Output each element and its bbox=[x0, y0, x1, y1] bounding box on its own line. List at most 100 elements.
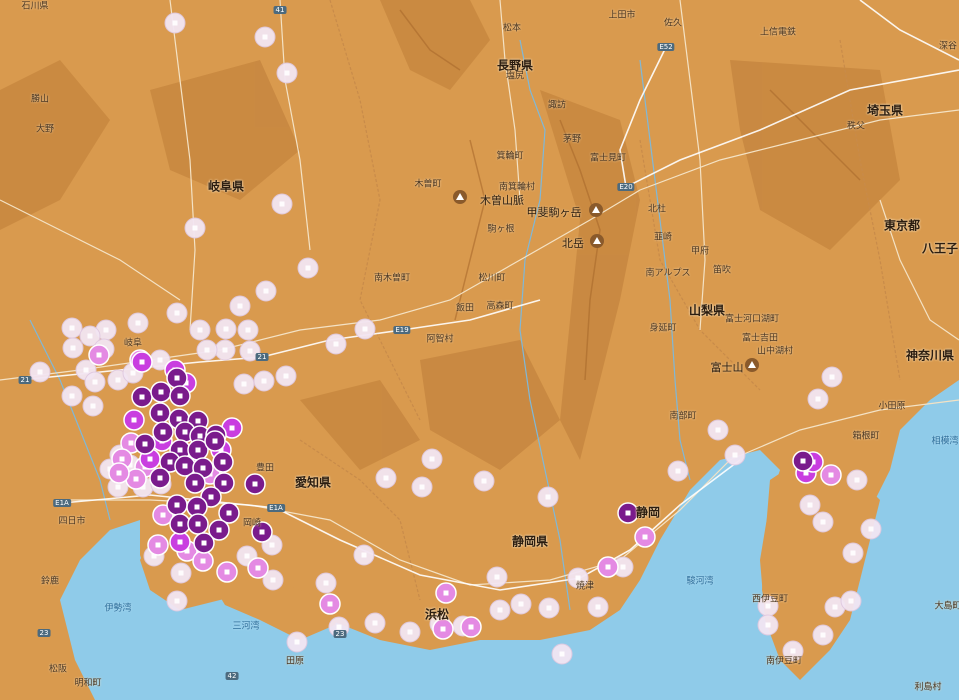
station-marker-level-0[interactable] bbox=[315, 572, 337, 594]
station-marker-level-1[interactable] bbox=[88, 344, 110, 366]
station-marker-level-1[interactable] bbox=[634, 526, 656, 548]
mountain-kitadake-icon[interactable] bbox=[590, 234, 604, 248]
station-marker-level-1[interactable] bbox=[460, 616, 482, 638]
station-marker-level-3[interactable] bbox=[193, 532, 215, 554]
station-marker-level-0[interactable] bbox=[354, 318, 376, 340]
station-marker-level-0[interactable] bbox=[489, 599, 511, 621]
station-marker-level-0[interactable] bbox=[286, 631, 308, 653]
station-marker-level-0[interactable] bbox=[61, 385, 83, 407]
label-kitadake: 北岳 bbox=[562, 237, 584, 250]
station-marker-level-0[interactable] bbox=[166, 302, 188, 324]
station-marker-level-0[interactable] bbox=[473, 470, 495, 492]
station-marker-level-0[interactable] bbox=[538, 597, 560, 619]
station-marker-level-0[interactable] bbox=[189, 319, 211, 341]
station-marker-level-0[interactable] bbox=[537, 486, 559, 508]
station-marker-level-0[interactable] bbox=[214, 339, 236, 361]
station-marker-level-3[interactable] bbox=[212, 451, 234, 473]
station-marker-level-0[interactable] bbox=[486, 566, 508, 588]
station-marker-level-0[interactable] bbox=[82, 395, 104, 417]
station-marker-level-0[interactable] bbox=[254, 26, 276, 48]
station-marker-level-3[interactable] bbox=[792, 450, 814, 472]
station-marker-level-3[interactable] bbox=[150, 381, 172, 403]
station-marker-level-0[interactable] bbox=[364, 612, 386, 634]
station-marker-level-1[interactable] bbox=[820, 464, 842, 486]
station-marker-level-0[interactable] bbox=[271, 193, 293, 215]
station-marker-level-0[interactable] bbox=[421, 448, 443, 470]
station-marker-level-2[interactable] bbox=[169, 531, 191, 553]
station-marker-level-0[interactable] bbox=[237, 319, 259, 341]
station-marker-level-3[interactable] bbox=[134, 433, 156, 455]
station-marker-level-0[interactable] bbox=[353, 544, 375, 566]
station-marker-level-1[interactable] bbox=[216, 561, 238, 583]
station-marker-level-2[interactable] bbox=[131, 351, 153, 373]
station-marker-level-1[interactable] bbox=[597, 556, 619, 578]
station-marker-level-0[interactable] bbox=[812, 511, 834, 533]
station-marker-level-3[interactable] bbox=[166, 367, 188, 389]
station-marker-level-1[interactable] bbox=[435, 582, 457, 604]
station-marker-level-0[interactable] bbox=[799, 494, 821, 516]
station-marker-level-0[interactable] bbox=[61, 317, 83, 339]
station-marker-level-0[interactable] bbox=[667, 460, 689, 482]
station-marker-level-0[interactable] bbox=[399, 621, 421, 643]
station-marker-level-0[interactable] bbox=[846, 469, 868, 491]
station-marker-level-0[interactable] bbox=[253, 370, 275, 392]
station-marker-level-0[interactable] bbox=[166, 590, 188, 612]
station-marker-level-0[interactable] bbox=[127, 312, 149, 334]
station-marker-level-0[interactable] bbox=[255, 280, 277, 302]
station-marker-level-0[interactable] bbox=[842, 542, 864, 564]
label-komagane: 駒ヶ根 bbox=[487, 224, 515, 235]
station-marker-level-0[interactable] bbox=[812, 624, 834, 646]
station-marker-level-0[interactable] bbox=[233, 373, 255, 395]
station-marker-level-0[interactable] bbox=[860, 518, 882, 540]
station-marker-level-0[interactable] bbox=[215, 318, 237, 340]
station-marker-level-0[interactable] bbox=[229, 295, 251, 317]
station-marker-level-1[interactable] bbox=[192, 550, 214, 572]
station-marker-level-2[interactable] bbox=[123, 409, 145, 431]
station-marker-level-3[interactable] bbox=[184, 472, 206, 494]
station-marker-level-0[interactable] bbox=[62, 337, 84, 359]
station-marker-level-0[interactable] bbox=[297, 257, 319, 279]
station-marker-level-3[interactable] bbox=[169, 513, 191, 535]
station-marker-level-0[interactable] bbox=[707, 419, 729, 441]
label-minamiminowa: 南箕輪村 bbox=[498, 182, 536, 193]
mountain-fujisan-icon[interactable] bbox=[745, 358, 759, 372]
station-marker-level-0[interactable] bbox=[724, 444, 746, 466]
mountain-kaikomagatake-icon[interactable] bbox=[589, 203, 603, 217]
road-shield: 23 bbox=[37, 629, 51, 637]
station-marker-level-3[interactable] bbox=[152, 421, 174, 443]
station-marker-level-0[interactable] bbox=[184, 217, 206, 239]
station-marker-level-3[interactable] bbox=[131, 386, 153, 408]
station-marker-level-1[interactable] bbox=[247, 557, 269, 579]
station-marker-level-0[interactable] bbox=[411, 476, 433, 498]
station-marker-level-0[interactable] bbox=[757, 614, 779, 636]
station-marker-level-0[interactable] bbox=[375, 467, 397, 489]
station-marker-level-0[interactable] bbox=[325, 333, 347, 355]
station-marker-level-0[interactable] bbox=[84, 371, 106, 393]
station-marker-level-3[interactable] bbox=[169, 385, 191, 407]
station-marker-level-0[interactable] bbox=[510, 593, 532, 615]
station-marker-level-3[interactable] bbox=[149, 467, 171, 489]
station-marker-level-0[interactable] bbox=[164, 12, 186, 34]
station-marker-level-1[interactable] bbox=[108, 462, 130, 484]
station-marker-level-0[interactable] bbox=[29, 361, 51, 383]
map-canvas[interactable]: 長野県 岐阜県 愛知県 静岡県 山梨県 埼玉県 東京都 神奈川県 木曽山脈 甲斐駒ヶ岳 北岳 富士山八… bbox=[0, 0, 959, 700]
station-marker-level-0[interactable] bbox=[821, 366, 843, 388]
station-marker-level-0[interactable] bbox=[551, 643, 573, 665]
station-marker-level-3[interactable] bbox=[244, 473, 266, 495]
station-marker-level-1[interactable] bbox=[147, 534, 169, 556]
station-marker-level-0[interactable] bbox=[276, 62, 298, 84]
station-marker-level-3[interactable] bbox=[166, 494, 188, 516]
mountain-kisosanmyaku-icon[interactable] bbox=[453, 190, 467, 204]
station-marker-level-0[interactable] bbox=[275, 365, 297, 387]
station-marker-level-0[interactable] bbox=[807, 388, 829, 410]
station-marker-level-0[interactable] bbox=[587, 596, 609, 618]
station-marker-level-1[interactable] bbox=[319, 593, 341, 615]
station-marker-level-0[interactable] bbox=[170, 562, 192, 584]
station-marker-level-3[interactable] bbox=[204, 430, 226, 452]
station-marker-level-3[interactable] bbox=[149, 402, 171, 424]
station-marker-level-3[interactable] bbox=[187, 513, 209, 535]
station-marker-level-0[interactable] bbox=[196, 339, 218, 361]
label-chino: 茅野 bbox=[562, 134, 582, 145]
station-marker-level-0[interactable] bbox=[840, 590, 862, 612]
label-yamanashi-ken: 山梨県 bbox=[688, 303, 726, 318]
